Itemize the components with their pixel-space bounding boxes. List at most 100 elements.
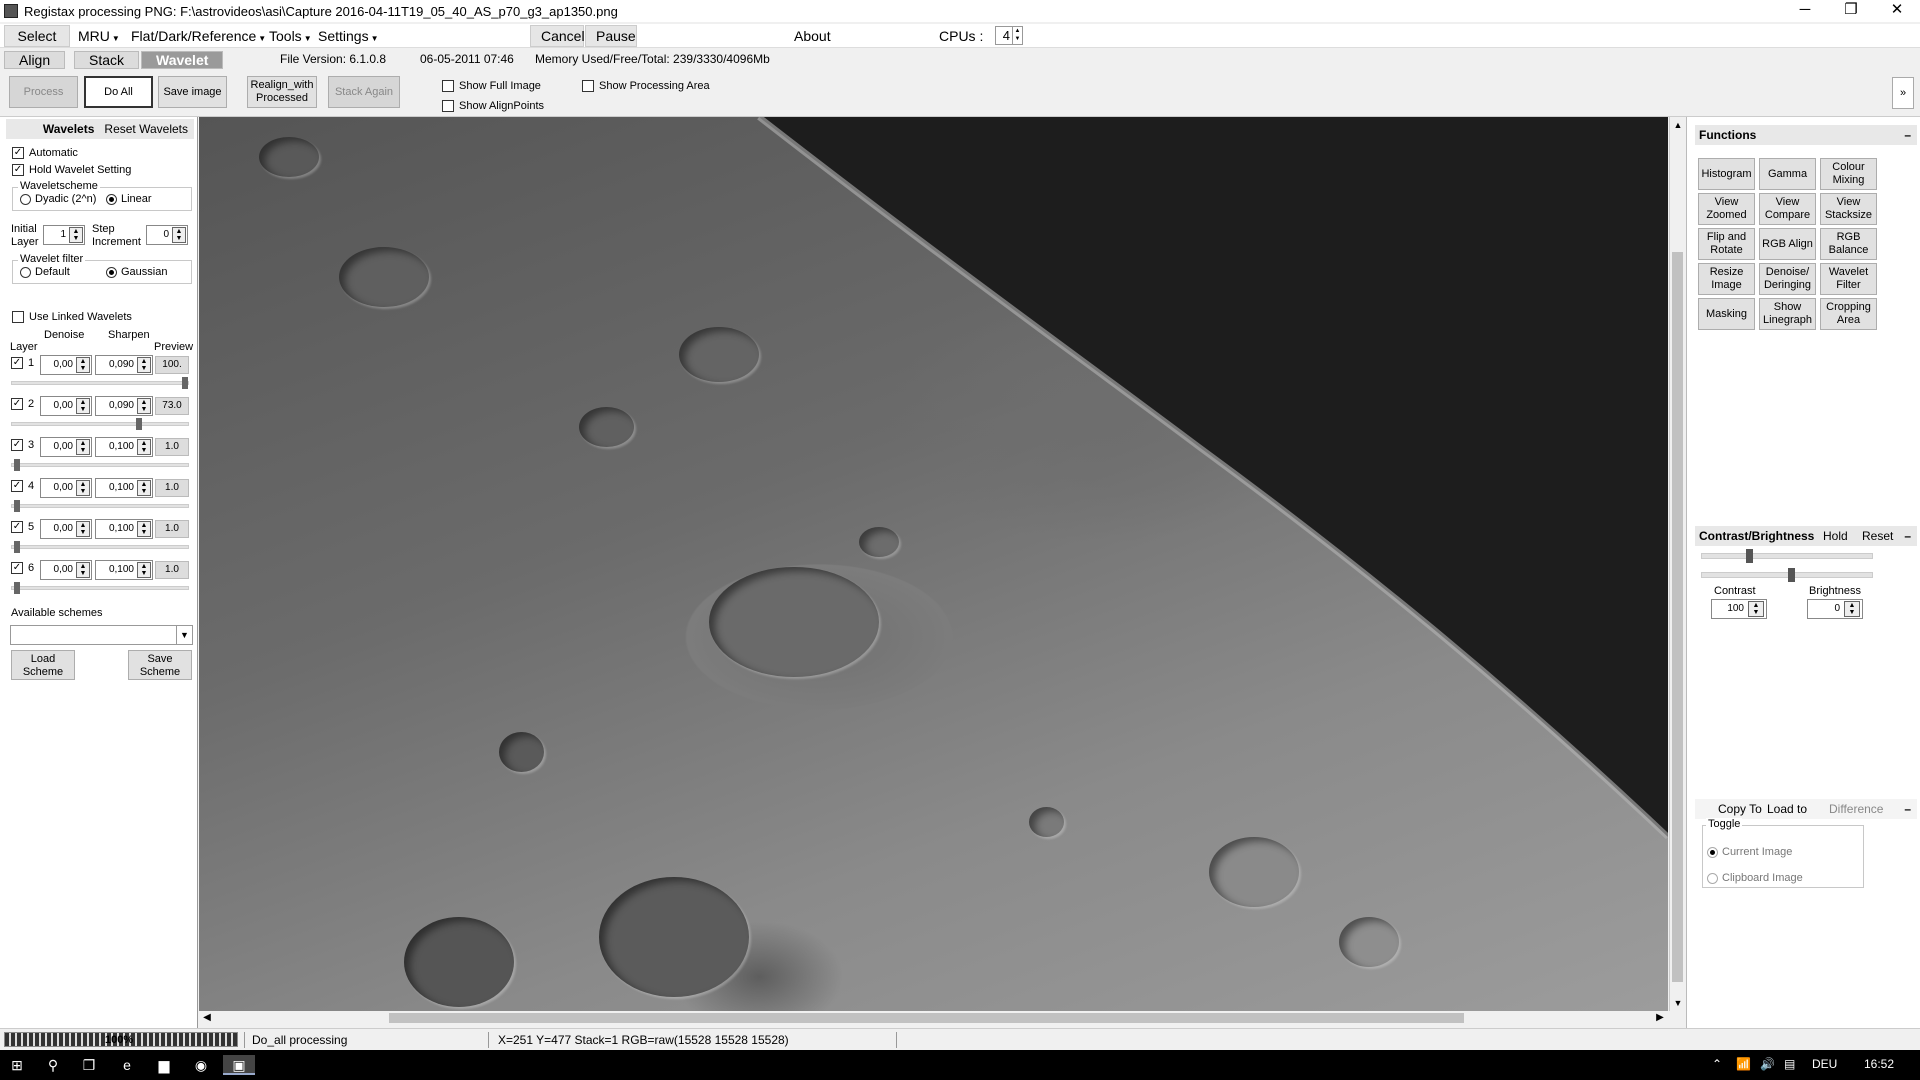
search-icon[interactable]: ⚲ — [42, 1055, 64, 1075]
default-filter-radio[interactable]: Default — [20, 266, 70, 278]
hold-wavelet-checkbox[interactable]: ✓ Hold Wavelet Setting — [12, 164, 131, 177]
scroll-thumb[interactable] — [389, 1013, 1464, 1023]
spin-arrows-icon[interactable]: ▲ ▼ — [172, 227, 186, 243]
contrast-slider[interactable] — [1701, 549, 1873, 563]
use-linked-wavelets-checkbox[interactable]: Use Linked Wavelets — [12, 311, 132, 324]
volume-icon[interactable]: 🔊 — [1760, 1057, 1775, 1071]
spin-arrows-icon[interactable]: ▲ ▼ — [137, 439, 151, 455]
available-schemes-select[interactable]: ▼ — [10, 625, 193, 645]
mru-menu[interactable]: MRU ▼ — [78, 27, 120, 48]
pause-button[interactable]: Pause — [585, 25, 637, 47]
spin-arrows-icon[interactable]: ▲ ▼ — [137, 357, 151, 373]
layer-slider[interactable] — [11, 500, 189, 512]
layer-enable-checkbox[interactable]: ✓ 6 — [11, 562, 34, 575]
denoise-stepper[interactable]: 0,00 ▲ ▼ — [40, 396, 92, 416]
slider-thumb[interactable] — [14, 582, 20, 594]
show-full-image-checkbox[interactable]: Show Full Image — [442, 80, 541, 92]
spin-arrows-icon[interactable]: ▲ ▼ — [76, 521, 90, 537]
spin-arrows-icon[interactable]: ▲ ▼ — [137, 521, 151, 537]
layer-slider[interactable] — [11, 582, 189, 594]
layer-enable-checkbox[interactable]: ✓ 2 — [11, 398, 34, 411]
denoise-stepper[interactable]: 0,00 ▲ ▼ — [40, 560, 92, 580]
function-button-view-zoomed[interactable]: View Zoomed — [1698, 193, 1755, 225]
file-explorer-icon[interactable]: ▆ — [153, 1055, 175, 1075]
function-button-colour-mixing[interactable]: Colour Mixing — [1820, 158, 1877, 190]
vertical-scrollbar[interactable]: ▲ ▼ — [1669, 117, 1685, 1011]
sharpen-stepper[interactable]: 0,100 ▲ ▼ — [95, 437, 153, 457]
layer-enable-checkbox[interactable]: ✓ 5 — [11, 521, 34, 534]
slider-thumb[interactable] — [14, 500, 20, 512]
collapse-panel-button[interactable]: » — [1892, 77, 1914, 109]
spin-arrows-icon[interactable]: ▲ ▼ — [1748, 601, 1764, 617]
minimize-section-icon[interactable]: – — [1904, 799, 1911, 819]
sharpen-stepper[interactable]: 0,090 ▲ ▼ — [95, 396, 153, 416]
tab-stack[interactable]: Stack — [74, 51, 140, 69]
show-alignpoints-checkbox[interactable]: Show AlignPoints — [442, 100, 544, 112]
spin-arrows-icon[interactable]: ▲ ▼ — [76, 357, 90, 373]
spin-arrows-icon[interactable]: ▲ ▼ — [137, 562, 151, 578]
brightness-stepper[interactable]: 0 ▲ ▼ — [1807, 599, 1863, 619]
brightness-slider[interactable] — [1701, 568, 1873, 582]
minimize-section-icon[interactable]: – — [1904, 125, 1911, 145]
language-indicator[interactable]: DEU — [1812, 1057, 1837, 1071]
spin-arrows-icon[interactable]: ▲ ▼ — [137, 480, 151, 496]
denoise-stepper[interactable]: 0,00 ▲ ▼ — [40, 519, 92, 539]
image-viewport[interactable] — [199, 117, 1668, 1011]
dyadic-radio[interactable]: Dyadic (2^n) — [20, 193, 96, 205]
save-image-button[interactable]: Save image — [158, 76, 227, 108]
minimize-section-icon[interactable]: – — [1904, 526, 1911, 546]
spin-arrows-icon[interactable]: ▲ ▼ — [137, 398, 151, 414]
layer-slider[interactable] — [11, 459, 189, 471]
function-button-rgb-balance[interactable]: RGB Balance — [1820, 228, 1877, 260]
notification-icon[interactable]: ▤ — [1784, 1057, 1795, 1071]
automatic-checkbox[interactable]: ✓ Automatic — [12, 147, 78, 160]
tray-chevron-icon[interactable]: ⌃ — [1712, 1057, 1722, 1071]
windows-start-icon[interactable]: ⊞ — [6, 1055, 28, 1075]
gaussian-filter-radio[interactable]: Gaussian — [106, 266, 167, 278]
difference-button[interactable]: Difference — [1829, 799, 1883, 819]
spin-arrows-icon[interactable]: ▲ ▼ — [76, 398, 90, 414]
denoise-stepper[interactable]: 0,00 ▲ ▼ — [40, 437, 92, 457]
sharpen-stepper[interactable]: 0,090 ▲ ▼ — [95, 355, 153, 375]
tools-menu[interactable]: Tools ▼ — [269, 27, 312, 48]
clock[interactable]: 16:52 — [1864, 1057, 1894, 1071]
spin-arrows-icon[interactable]: ▲ ▼ — [76, 439, 90, 455]
layer-slider[interactable] — [11, 541, 189, 553]
denoise-stepper[interactable]: 0,00 ▲ ▼ — [40, 478, 92, 498]
stack-again-button[interactable]: Stack Again — [328, 76, 400, 108]
settings-menu[interactable]: Settings ▼ — [318, 27, 379, 48]
reset-button[interactable]: Reset — [1862, 526, 1893, 546]
function-button-show-linegraph[interactable]: Show Linegraph — [1759, 298, 1816, 330]
function-button-rgb-align[interactable]: RGB Align — [1759, 228, 1816, 260]
initial-layer-stepper[interactable]: 1 ▲ ▼ — [43, 225, 85, 245]
spin-arrows-icon[interactable]: ▲ ▼ — [76, 480, 90, 496]
save-scheme-button[interactable]: Save Scheme — [128, 650, 192, 680]
show-processing-area-checkbox[interactable]: Show Processing Area — [582, 80, 710, 92]
denoise-stepper[interactable]: 0,00 ▲ ▼ — [40, 355, 92, 375]
current-image-radio[interactable]: Current Image — [1707, 846, 1792, 858]
function-button-wavelet-filter[interactable]: Wavelet Filter — [1820, 263, 1877, 295]
hold-button[interactable]: Hold — [1823, 526, 1848, 546]
slider-thumb[interactable] — [136, 418, 142, 430]
sharpen-stepper[interactable]: 0,100 ▲ ▼ — [95, 560, 153, 580]
realign-button[interactable]: Realign_with Processed — [247, 76, 317, 108]
chrome-icon[interactable]: ◉ — [190, 1055, 212, 1075]
network-icon[interactable]: 📶 — [1736, 1057, 1751, 1071]
slider-thumb[interactable] — [1788, 568, 1795, 582]
contrast-stepper[interactable]: 100 ▲ ▼ — [1711, 599, 1767, 619]
function-button-resize-image[interactable]: Resize Image — [1698, 263, 1755, 295]
layer-enable-checkbox[interactable]: ✓ 4 — [11, 480, 34, 493]
spin-arrows-icon[interactable]: ▲ ▼ — [76, 562, 90, 578]
minimize-icon[interactable]: ─ — [1782, 0, 1828, 22]
scroll-thumb[interactable] — [1672, 252, 1683, 982]
cpus-stepper[interactable]: 4 ▲ ▼ — [995, 26, 1023, 45]
layer-slider[interactable] — [11, 377, 189, 389]
chevron-down-icon[interactable]: ▼ — [176, 626, 192, 644]
function-button-masking[interactable]: Masking — [1698, 298, 1755, 330]
spin-arrows-icon[interactable]: ▲ ▼ — [1844, 601, 1860, 617]
tab-wavelet[interactable]: Wavelet — [141, 51, 224, 69]
layer-enable-checkbox[interactable]: ✓ 1 — [11, 357, 34, 370]
process-button[interactable]: Process — [9, 76, 78, 108]
slider-thumb[interactable] — [182, 377, 188, 389]
function-button-cropping-area[interactable]: Cropping Area — [1820, 298, 1877, 330]
